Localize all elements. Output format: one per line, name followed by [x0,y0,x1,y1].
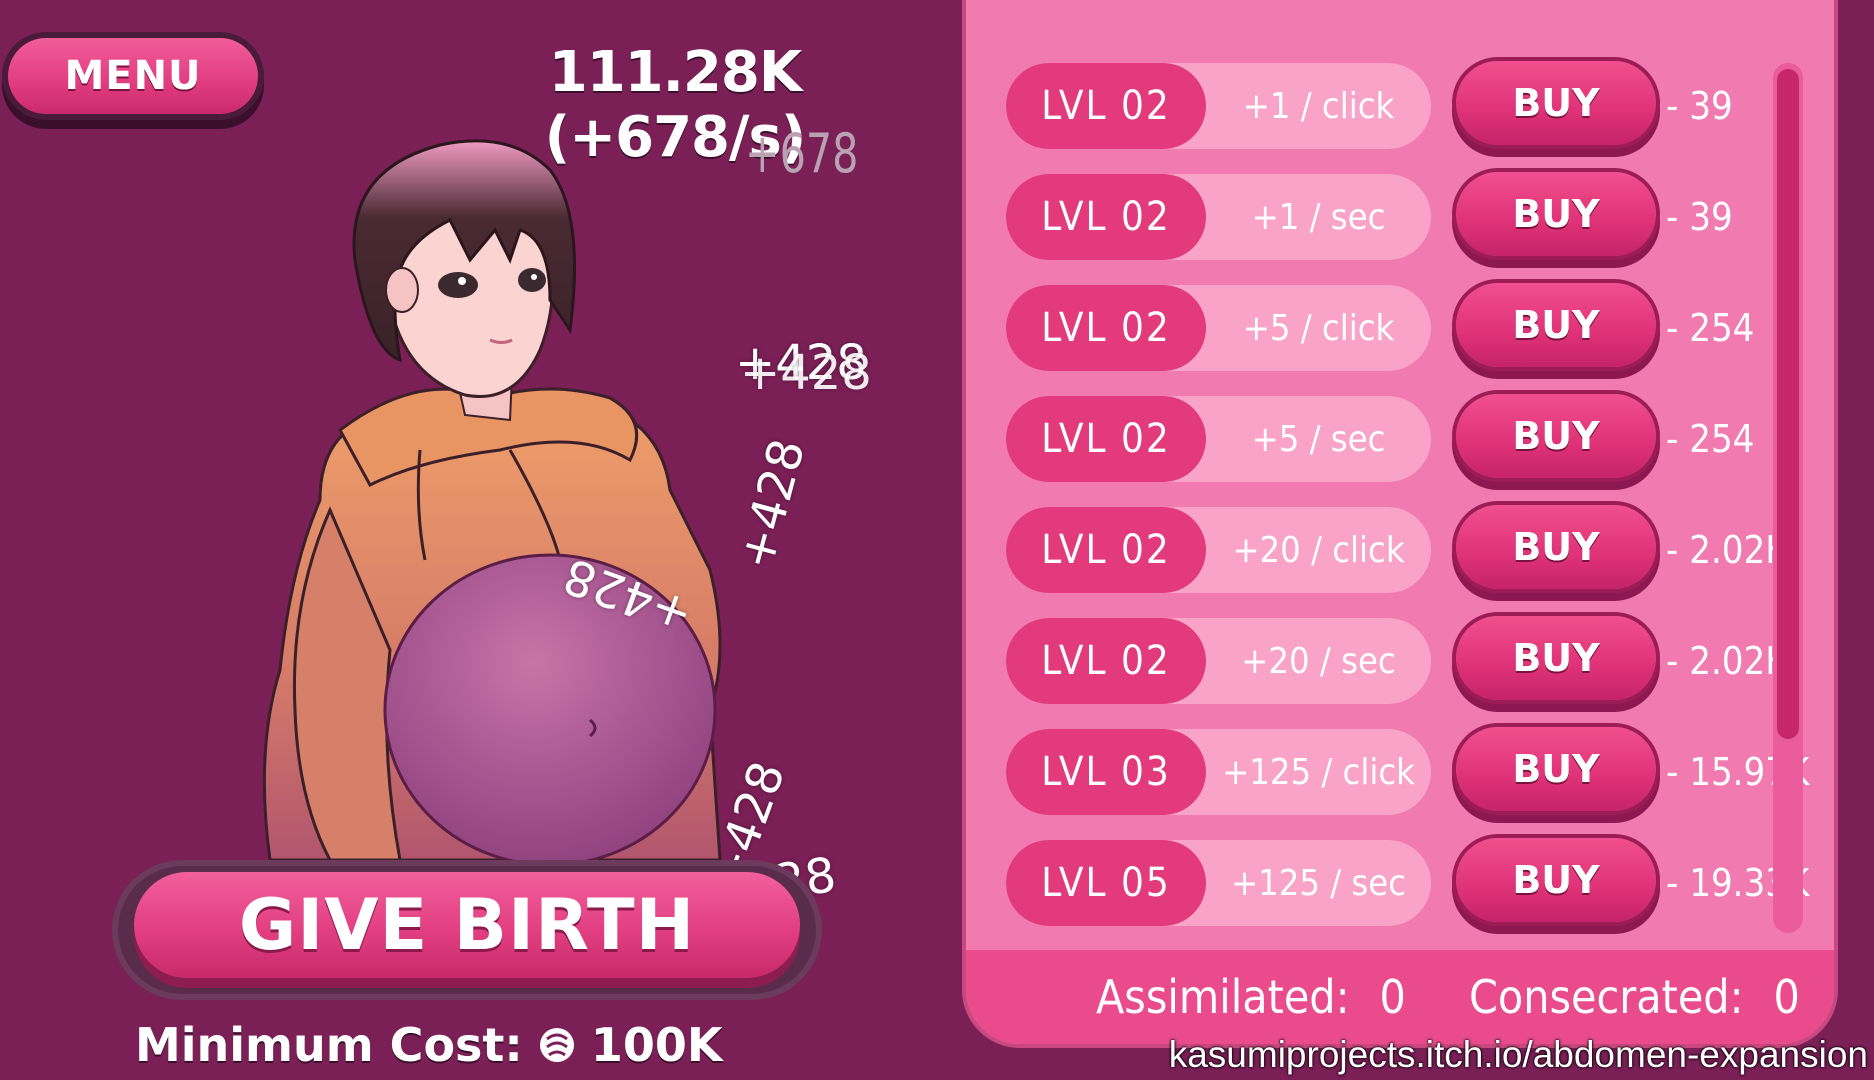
upgrade-level: LVL 02 [1006,63,1206,149]
upgrade-row: LVL 02 +20 / click BUY - 2.02K [1006,505,1851,593]
shop-scrollbar[interactable] [1773,63,1803,933]
consecrated-value: 0 [1773,970,1800,1024]
upgrade-pill: LVL 02 +5 / sec [1006,396,1431,482]
floating-number: +428 [740,345,872,401]
upgrade-row: LVL 02 +5 / click BUY - 254 [1006,283,1851,371]
upgrade-cost: - 254 [1666,417,1755,461]
upgrade-cost: - 39 [1666,195,1733,239]
upgrade-cost: - 2.02K [1666,639,1788,683]
upgrade-effect: +20 / click [1232,529,1405,571]
upgrade-effect: +20 / sec [1241,640,1396,682]
upgrade-cost: - 39 [1666,84,1733,128]
give-birth-frame: GIVE BIRTH [112,860,822,1000]
upgrade-level: LVL 05 [1006,840,1206,926]
buy-button[interactable]: BUY [1456,505,1656,589]
upgrade-effect: +125 / click [1222,751,1415,793]
upgrade-shop-panel: LVL 02 +1 / click BUY - 39 LVL 02 +1 / s… [966,0,1834,1044]
upgrade-effect: +1 / click [1242,85,1395,127]
assimilated-label: Assimilated: [1096,970,1350,1024]
upgrade-row: LVL 02 +20 / sec BUY - 2.02K [1006,616,1851,704]
buy-button[interactable]: BUY [1456,727,1656,811]
upgrade-level: LVL 02 [1006,396,1206,482]
upgrade-level: LVL 03 [1006,729,1206,815]
upgrade-level: LVL 02 [1006,618,1206,704]
upgrade-pill: LVL 02 +1 / click [1006,63,1431,149]
minimum-cost-value: 100K [590,1018,723,1072]
upgrade-pill: LVL 02 +20 / click [1006,507,1431,593]
buy-button[interactable]: BUY [1456,616,1656,700]
buy-button[interactable]: BUY [1456,838,1656,922]
upgrade-level: LVL 02 [1006,285,1206,371]
upgrade-pill: LVL 05 +125 / sec [1006,840,1431,926]
give-birth-button[interactable]: GIVE BIRTH [134,872,800,978]
upgrade-level: LVL 02 [1006,507,1206,593]
shop-footer: Assimilated: 0 Consecrated: 0 [966,950,1834,1044]
watermark-url: kasumiprojects.itch.io/abdomen-expansion [1168,1034,1868,1075]
upgrade-row: LVL 05 +125 / sec BUY - 19.33K [1006,838,1851,926]
upgrade-pill: LVL 02 +1 / sec [1006,174,1431,260]
consecrated-stat: Consecrated: 0 [1469,950,1800,1044]
upgrade-effect: +5 / click [1242,307,1395,349]
buy-button[interactable]: BUY [1456,172,1656,256]
upgrade-effect: +1 / sec [1251,196,1386,238]
consecrated-label: Consecrated: [1469,970,1744,1024]
upgrade-effect: +125 / sec [1230,862,1407,904]
assimilated-value: 0 [1379,970,1406,1024]
upgrade-pill: LVL 02 +5 / click [1006,285,1431,371]
minimum-cost-label: Minimum Cost: [135,1018,523,1072]
upgrade-level: LVL 02 [1006,174,1206,260]
upgrade-cost: - 2.02K [1666,528,1788,572]
upgrade-row: LVL 02 +1 / click BUY - 39 [1006,61,1851,149]
upgrade-pill: LVL 02 +20 / sec [1006,618,1431,704]
buy-button[interactable]: BUY [1456,283,1656,367]
menu-button[interactable]: MENU [8,38,258,114]
scrollbar-thumb[interactable] [1777,69,1799,739]
coin-icon [539,1028,574,1062]
assimilated-stat: Assimilated: 0 [1096,950,1406,1044]
upgrade-row: LVL 03 +125 / click BUY - 15.97K [1006,727,1851,815]
buy-button[interactable]: BUY [1456,61,1656,145]
upgrade-cost: - 254 [1666,306,1755,350]
minimum-cost: Minimum Cost: 100K [135,1018,722,1072]
upgrade-effect: +5 / sec [1251,418,1386,460]
upgrade-row: LVL 02 +1 / sec BUY - 39 [1006,172,1851,260]
upgrade-pill: LVL 03 +125 / click [1006,729,1431,815]
buy-button[interactable]: BUY [1456,394,1656,478]
upgrade-row: LVL 02 +5 / sec BUY - 254 [1006,394,1851,482]
